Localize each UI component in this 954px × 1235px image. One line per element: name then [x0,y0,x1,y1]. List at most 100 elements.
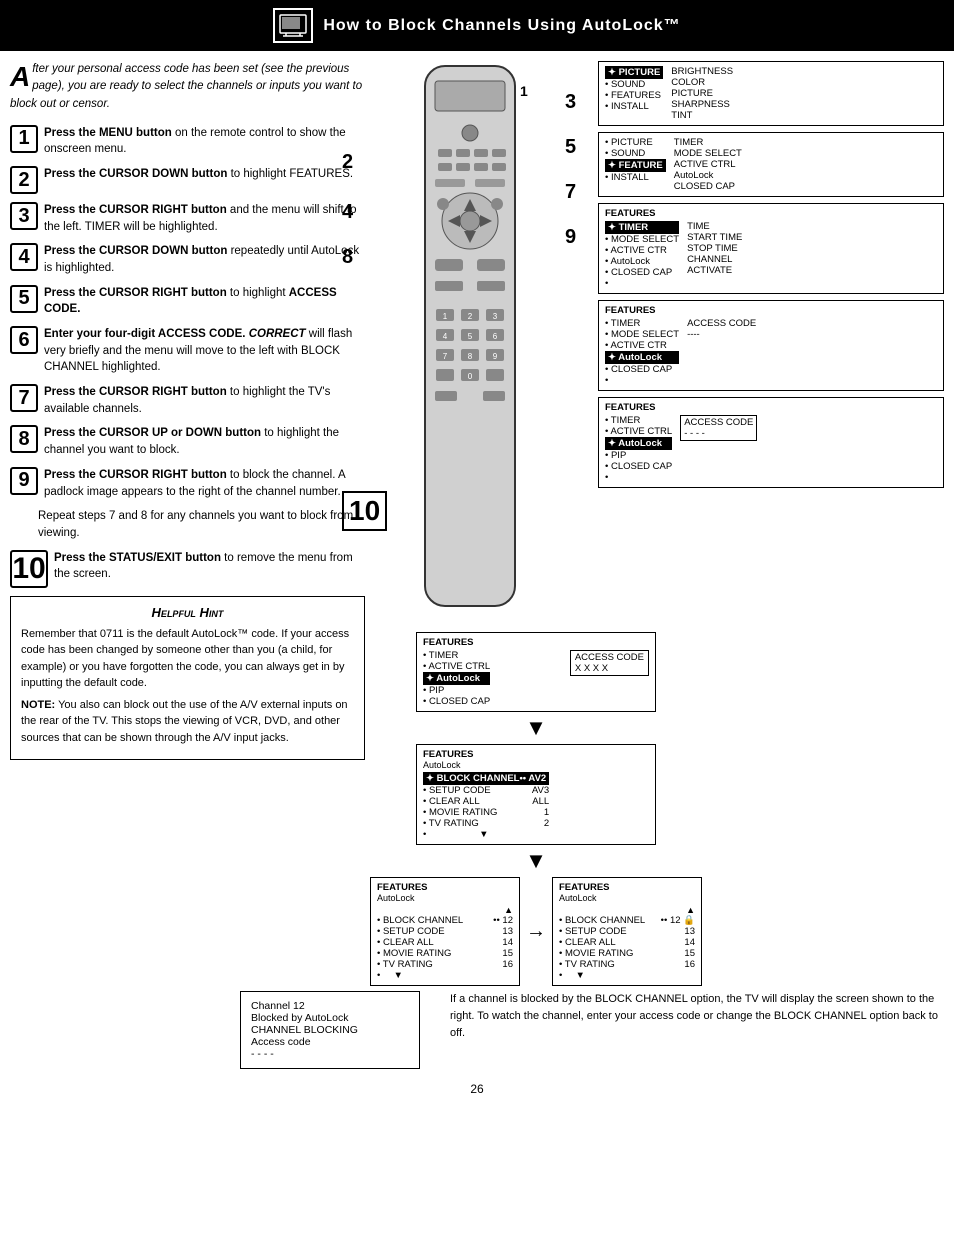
step-4-text: Press the CURSOR DOWN button repeatedly … [44,243,365,276]
cl-ch14-val: 14 [684,937,695,948]
right-sharpness: SHARPNESS [671,99,733,110]
step-2: 2 Press the CURSOR DOWN button to highli… [10,166,365,194]
menu-screen-1-left: ✦ PICTURE • SOUND • FEATURES • INSTALL [605,66,663,121]
ms2r-timer: TIMER [674,137,742,148]
ftr-activate: ACTIVATE [687,265,742,276]
channels-row: FEATURES AutoLock ▲ • BLOCK CHANNEL•• 12… [370,877,702,986]
step-3-bold: Press the CURSOR RIGHT button [44,204,227,216]
right-tint: TINT [671,110,733,121]
ms2r-mode: MODE SELECT [674,148,742,159]
cu-ch16-val: 16 [502,959,513,970]
svg-text:3: 3 [493,312,498,321]
step-7-text: Press the CURSOR RIGHT button to highlig… [44,384,365,417]
features-autolock-screen: FEATURES • TIMER • MODE SELECT • ACTIVE … [598,300,944,391]
axxxx-title: FEATURES [423,637,649,648]
bs-line5: - - - - [251,1048,409,1060]
step-1-bold: Press the MENU button [44,127,172,139]
step-4: 4 Press the CURSOR DOWN button repeatedl… [10,243,365,276]
fa-title: FEATURES [605,305,937,316]
axxxx-timer: • TIMER [423,650,490,661]
page-number: 26 [0,1074,954,1104]
step-6: 6 Enter your four-digit ACCESS CODE. COR… [10,326,365,376]
step-6-text: Enter your four-digit ACCESS CODE. CORRE… [44,326,365,376]
steps-list: 1 Press the MENU button on the remote co… [10,125,365,500]
overlay-5: 5 [565,136,576,159]
cl-ch14: • CLEAR ALL 14 [559,937,695,948]
step-5-number: 5 [10,285,38,313]
step-10-text: Press the STATUS/EXIT button to remove t… [54,550,365,583]
ft-timer-hl: ✦ TIMER [605,221,679,234]
bs-line4: Access code [251,1036,409,1048]
cl-ch16: • TV RATING16 [559,959,695,970]
svg-text:6: 6 [493,332,498,341]
fa-right: ACCESS CODE ---- [687,318,756,386]
menu-item-sound: • SOUND [605,79,663,90]
axxxx-active: • ACTIVE CTRL [423,661,490,672]
cu-ch16: • TV RATING16 [377,959,513,970]
step-8: 8 Press the CURSOR UP or DOWN button to … [10,425,365,458]
fae-right: ACCESS CODE - - - - [680,415,757,483]
hint-box: Helpful Hint Remember that 0711 is the d… [10,596,365,761]
cu-ch14: • CLEAR ALL 14 [377,937,513,948]
cu-ch14-val: 14 [502,937,513,948]
menu-screen-1: ✦ PICTURE • SOUND • FEATURES • INSTALL B… [598,61,944,126]
svg-text:1: 1 [520,83,528,99]
menu-screen-2: • PICTURE • SOUND ✦ FEATURE • INSTALL TI… [598,132,944,197]
step-10: 10 Press the STATUS/EXIT button to remov… [10,550,365,588]
abc-movie-val: 1 [544,807,549,818]
step-9-number: 9 [10,467,38,495]
step-4-number: 4 [10,243,38,271]
fa-closed: • CLOSED CAP [605,364,679,375]
right-picture: PICTURE [671,88,733,99]
fae-closed: • CLOSED CAP [605,461,672,472]
step-1-text: Press the MENU button on the remote cont… [44,125,365,158]
channels-unlocked: FEATURES AutoLock ▲ • BLOCK CHANNEL•• 12… [370,877,520,986]
cl-ch13: • SETUP CODE13 [559,926,695,937]
header-title: How to Block Channels Using AutoLock™ [323,17,680,35]
hint-cap: Helpful Hint [152,605,224,620]
ms2r-closed: CLOSED CAP [674,181,742,192]
ms2r-autolock: AutoLock [674,170,742,181]
ft-left: ✦ TIMER • MODE SELECT • ACTIVE CTR • Aut… [605,221,679,289]
cl-bullet: • ▼ [559,970,695,981]
blocking-screen: Channel 12 Blocked by AutoLock CHANNEL B… [240,991,420,1069]
page-header: How to Block Channels Using AutoLock™ [0,0,954,51]
cl-title: FEATURES [559,882,695,893]
cl-ch16-label: • TV RATING [559,959,615,970]
fae-content: • TIMER • ACTIVE CTRL ✦ AutoLock • PIP •… [605,415,937,483]
abc-tv-label: • TV RATING [423,818,479,829]
cl-ch15-val: 15 [684,948,695,959]
main-content: After your personal access code has been… [0,51,954,991]
abc-block-label: ✦ BLOCK CHANNEL [426,773,519,784]
cu-ch14-label: • CLEAR ALL [377,937,434,948]
drop-cap: A [10,63,30,91]
axxxx-code-label: ACCESS CODE [575,652,644,663]
abc-setup-label: • SETUP CODE [423,785,491,796]
cu-bullet: • ▼ [377,970,513,981]
cl-ch14-label: • CLEAR ALL [559,937,616,948]
fa-autolock-hl: ✦ AutoLock [605,351,679,364]
bs-line3: CHANNEL BLOCKING [251,1024,409,1036]
step-7-number: 7 [10,384,38,412]
step-2-text: Press the CURSOR DOWN button to highligh… [44,166,365,183]
axxxx-autolock-hl: ✦ AutoLock [423,672,490,685]
overlay-8: 8 [342,246,353,269]
svg-text:8: 8 [468,352,473,361]
repeat-text: Repeat steps 7 and 8 for any channels yo… [38,508,365,541]
final-text-content: If a channel is blocked by the BLOCK CHA… [450,993,938,1039]
step-5-text: Press the CURSOR RIGHT button to highlig… [44,285,365,318]
step-3-text: Press the CURSOR RIGHT button and the me… [44,202,365,235]
step-1: 1 Press the MENU button on the remote co… [10,125,365,158]
bottom-section: Channel 12 Blocked by AutoLock CHANNEL B… [0,991,954,1074]
remote-svg: 1 2 3 4 5 6 7 8 9 [370,61,570,621]
cu-ch13-val: 13 [502,926,513,937]
axxxx-code-box: ACCESS CODE X X X X [570,650,649,676]
abc-clear-label: • CLEAR ALL [423,796,480,807]
cu-ch15: • MOVIE RATING15 [377,948,513,959]
step-8-text: Press the CURSOR UP or DOWN button to hi… [44,425,365,458]
intro-text: After your personal access code has been… [10,61,365,113]
svg-text:4: 4 [443,332,448,341]
overlay-4: 4 [342,201,353,224]
cl-ch15: • MOVIE RATING15 [559,948,695,959]
bs-line2: Blocked by AutoLock [251,1012,409,1024]
